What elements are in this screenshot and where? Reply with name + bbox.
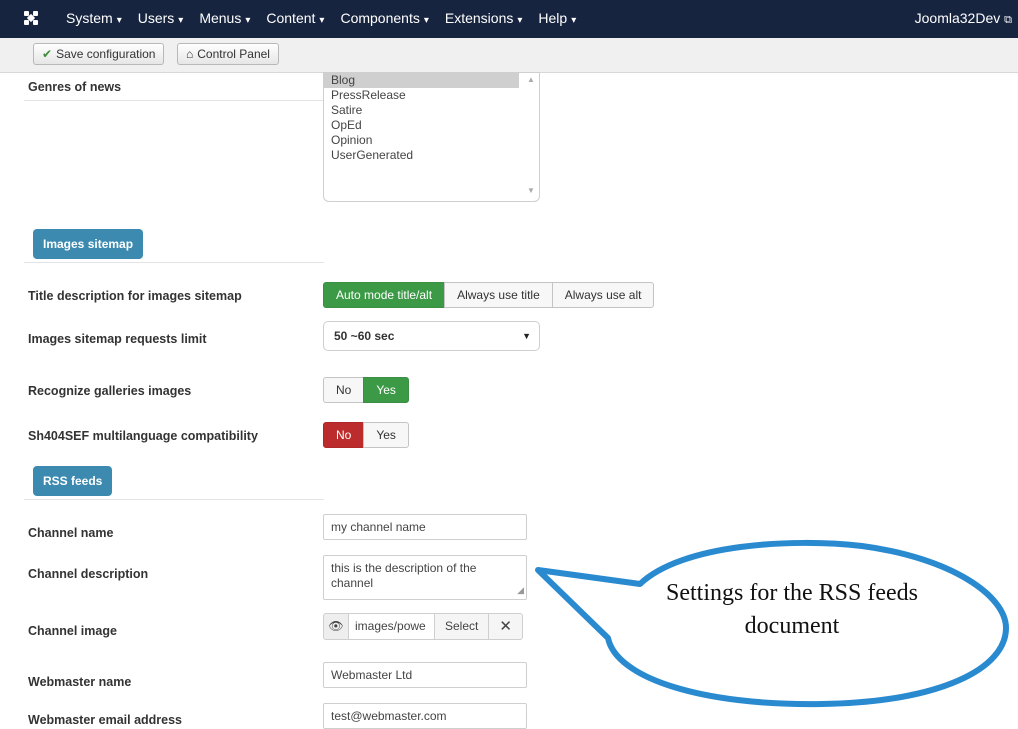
scroll-up-arrow-icon[interactable]: ▲ (527, 75, 535, 84)
genre-option[interactable]: PressRelease (324, 88, 519, 103)
main-menu: System ▾ Users ▾ Menus ▾ Content ▾ Component… (66, 10, 592, 26)
webmaster-email-label: Webmaster email address (28, 713, 183, 727)
menu-users[interactable]: Users ▾ (138, 10, 184, 26)
scroll-down-arrow-icon[interactable]: ▼ (527, 186, 535, 195)
always-title-option[interactable]: Always use title (444, 282, 553, 308)
genre-option[interactable]: Opinion (324, 133, 519, 148)
menu-extensions[interactable]: Extensions ▾ (445, 10, 523, 26)
genre-option[interactable]: OpEd (324, 118, 519, 133)
galleries-yes-option[interactable]: Yes (363, 377, 409, 403)
preview-eye-icon[interactable]: 👁 (323, 613, 349, 640)
galleries-no-option[interactable]: No (323, 377, 365, 403)
webmaster-name-input[interactable]: Webmaster Ltd (323, 662, 527, 688)
channel-name-label: Channel name (28, 526, 114, 540)
genres-listbox[interactable]: Blog PressRelease Satire OpEd Opinion Us… (323, 72, 540, 202)
channel-name-input[interactable]: my channel name (323, 514, 527, 540)
checkmark-icon: ✔ (42, 47, 53, 61)
menu-content[interactable]: Content ▾ (266, 10, 324, 26)
channel-description-textarea[interactable]: this is the description of the channel ◢ (323, 555, 527, 600)
sh404sef-toggle: No Yes (323, 422, 409, 448)
menu-components[interactable]: Components ▾ (340, 10, 428, 26)
always-alt-option[interactable]: Always use alt (551, 282, 655, 308)
resize-grip-icon[interactable]: ◢ (517, 583, 524, 598)
close-icon: ✕ (499, 618, 512, 635)
channel-image-path: images/powe (348, 613, 435, 640)
dropdown-arrow-icon: ▼ (522, 331, 531, 341)
menu-system[interactable]: System ▾ (66, 10, 122, 26)
select-image-button[interactable]: Select (434, 613, 490, 640)
channel-image-field: 👁 images/powe Select ✕ (323, 613, 523, 640)
galleries-label: Recognize galleries images (28, 384, 192, 398)
home-icon: ⌂ (186, 47, 194, 61)
listbox-scrollbar[interactable]: ▲ ▼ (523, 73, 539, 201)
requests-limit-select[interactable]: 50 ~60 sec ▼ (323, 321, 540, 351)
genre-option[interactable]: UserGenerated (324, 148, 519, 163)
webmaster-name-label: Webmaster name (28, 675, 132, 689)
joomla-logo-icon[interactable] (22, 9, 40, 27)
sh404sef-label: Sh404SEF multilanguage compatibility (28, 429, 258, 443)
auto-mode-option[interactable]: Auto mode title/alt (323, 282, 446, 308)
channel-description-label: Channel description (28, 567, 149, 581)
genre-option[interactable]: Satire (324, 103, 519, 118)
requests-limit-label: Images sitemap requests limit (28, 332, 207, 346)
title-description-label: Title description for images sitemap (28, 289, 242, 303)
divider (24, 262, 324, 263)
callout-text: Settings for the RSS feeds document (666, 580, 918, 639)
save-configuration-button[interactable]: ✔ Save configuration (33, 43, 165, 65)
sh404sef-no-option[interactable]: No (323, 422, 365, 448)
images-sitemap-section-header: Images sitemap (33, 229, 144, 259)
toolbar: ✔ Save configuration ⌂ Control Panel (0, 38, 1018, 73)
divider (24, 100, 324, 101)
site-link[interactable]: Joomla32Dev ⧉ (915, 10, 1012, 27)
title-description-toggle: Auto mode title/alt Always use title Alw… (323, 282, 655, 308)
channel-image-label: Channel image (28, 624, 117, 638)
external-link-icon: ⧉ (1004, 14, 1012, 26)
top-navbar: System ▾ Users ▾ Menus ▾ Content ▾ Component… (0, 0, 1018, 38)
divider (24, 499, 324, 500)
webmaster-email-input[interactable]: test@webmaster.com (323, 703, 527, 729)
galleries-toggle: No Yes (323, 377, 409, 403)
control-panel-button[interactable]: ⌂ Control Panel (177, 43, 279, 65)
menu-menus[interactable]: Menus ▾ (199, 10, 250, 26)
clear-image-button[interactable]: ✕ (488, 613, 523, 640)
genre-option[interactable]: Blog (324, 73, 519, 88)
rss-feeds-section-header: RSS feeds (33, 466, 113, 496)
sh404sef-yes-option[interactable]: Yes (363, 422, 409, 448)
genres-label: Genres of news (28, 80, 122, 94)
menu-help[interactable]: Help ▾ (538, 10, 576, 26)
